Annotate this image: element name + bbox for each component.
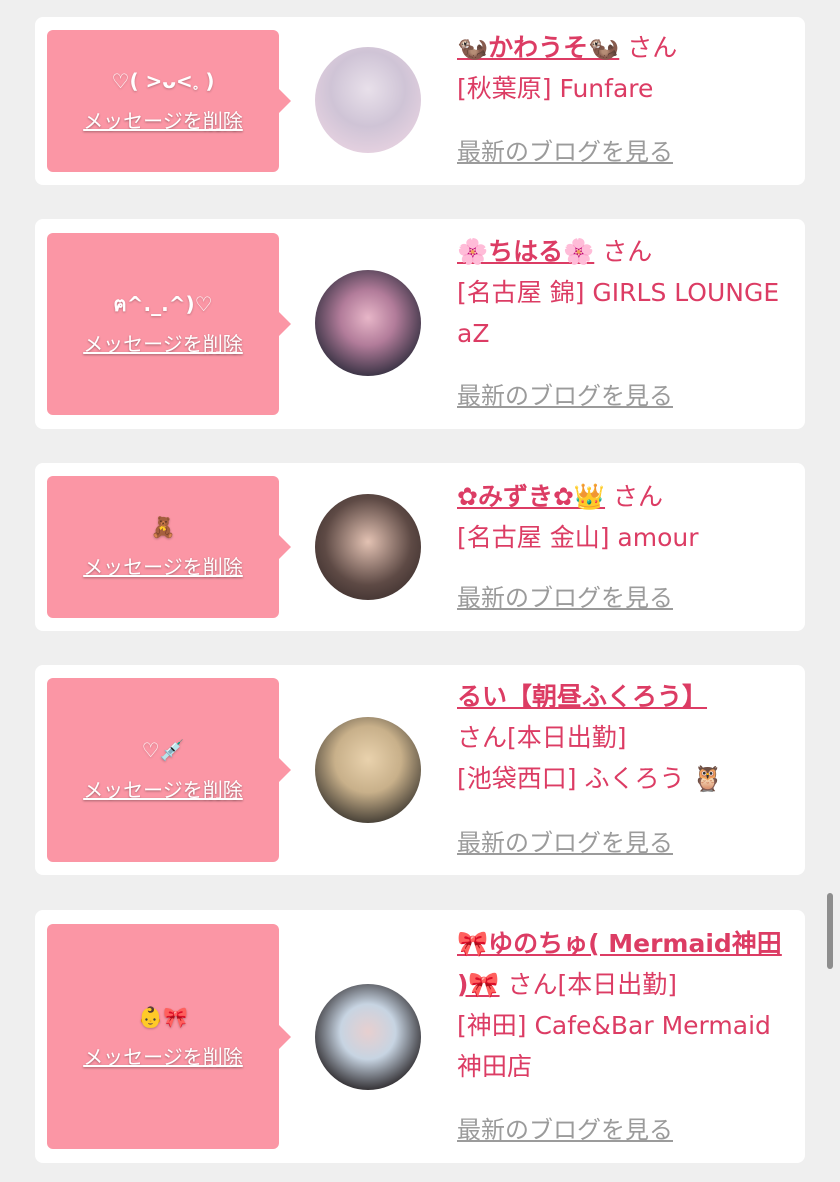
shop-label: [名古屋 錦] GIRLS LOUNGE aZ xyxy=(457,278,780,348)
avatar[interactable] xyxy=(315,270,421,376)
message-bubble: ♡( >ᴗ<𓈒 ) メッセージを削除 xyxy=(47,30,291,172)
honorific: さん[本日出勤] xyxy=(499,970,678,999)
message-bubble: ♡💉 メッセージを削除 xyxy=(47,678,291,862)
honorific: さん xyxy=(619,33,678,62)
favorite-card: 🧸 メッセージを削除 ✿みずき✿👑 さん [名古屋 金山] amour 最新のブ… xyxy=(35,463,805,631)
profile-info: 🦦かわうそ🦦 さん [秋葉原] Funfare xyxy=(457,27,787,109)
honorific: さん xyxy=(605,482,663,511)
honorific: さん xyxy=(594,237,653,266)
message-text: 🧸 xyxy=(150,515,176,539)
shop-label: [秋葉原] Funfare xyxy=(457,74,654,103)
favorite-card: ♡( >ᴗ<𓈒 ) メッセージを削除 🦦かわうそ🦦 さん [秋葉原] Funfa… xyxy=(35,17,805,185)
profile-info: るい【朝昼ふくろう】 さん[本日出勤] [池袋西口] ふくろう 🦉 xyxy=(457,676,787,799)
honorific: さん[本日出勤] xyxy=(457,723,627,752)
favorite-card: 👶🎀 メッセージを削除 🎀ゆのちゅ( Mermaid神田 )🎀 さん[本日出勤]… xyxy=(35,910,805,1163)
delete-message-link[interactable]: メッセージを削除 xyxy=(83,777,243,803)
delete-message-link[interactable]: メッセージを削除 xyxy=(83,331,243,357)
shop-label: [神田] Cafe&Bar Mermaid 神田店 xyxy=(457,1011,771,1081)
latest-blog-link[interactable]: 最新のブログを見る xyxy=(457,1115,673,1145)
message-text: ฅ^._.^)♡ xyxy=(113,292,213,316)
message-text: ♡💉 xyxy=(141,738,185,762)
avatar[interactable] xyxy=(315,717,421,823)
shop-label: [名古屋 金山] amour xyxy=(457,523,699,552)
profile-info: 🎀ゆのちゅ( Mermaid神田 )🎀 さん[本日出勤] [神田] Cafe&B… xyxy=(457,923,787,1087)
delete-message-link[interactable]: メッセージを削除 xyxy=(83,108,243,134)
profile-info: 🌸ちはる🌸 さん [名古屋 錦] GIRLS LOUNGE aZ xyxy=(457,231,787,354)
profile-name-link[interactable]: るい【朝昼ふくろう】 xyxy=(457,682,707,711)
latest-blog-link[interactable]: 最新のブログを見る xyxy=(457,828,673,858)
delete-message-link[interactable]: メッセージを削除 xyxy=(83,1044,243,1070)
profile-info: ✿みずき✿👑 さん [名古屋 金山] amour xyxy=(457,476,787,558)
message-bubble: 🧸 メッセージを削除 xyxy=(47,476,291,618)
favorite-card: ♡💉 メッセージを削除 るい【朝昼ふくろう】 さん[本日出勤] [池袋西口] ふ… xyxy=(35,665,805,875)
profile-name-link[interactable]: 🌸ちはる🌸 xyxy=(457,237,594,266)
delete-message-link[interactable]: メッセージを削除 xyxy=(83,554,243,580)
message-bubble: 👶🎀 メッセージを削除 xyxy=(47,924,291,1149)
message-text: ♡( >ᴗ<𓈒 ) xyxy=(111,69,215,93)
avatar[interactable] xyxy=(315,47,421,153)
latest-blog-link[interactable]: 最新のブログを見る xyxy=(457,583,673,613)
message-bubble: ฅ^._.^)♡ メッセージを削除 xyxy=(47,233,291,415)
latest-blog-link[interactable]: 最新のブログを見る xyxy=(457,381,673,411)
latest-blog-link[interactable]: 最新のブログを見る xyxy=(457,137,673,167)
favorite-card: ฅ^._.^)♡ メッセージを削除 🌸ちはる🌸 さん [名古屋 錦] GIRLS… xyxy=(35,219,805,429)
avatar[interactable] xyxy=(315,494,421,600)
message-text: 👶🎀 xyxy=(138,1004,188,1029)
avatar[interactable] xyxy=(315,984,421,1090)
shop-label: [池袋西口] ふくろう 🦉 xyxy=(457,764,724,793)
scrollbar-thumb[interactable] xyxy=(827,893,833,969)
profile-name-link[interactable]: ✿みずき✿👑 xyxy=(457,482,605,511)
profile-name-link[interactable]: 🦦かわうそ🦦 xyxy=(457,33,619,62)
